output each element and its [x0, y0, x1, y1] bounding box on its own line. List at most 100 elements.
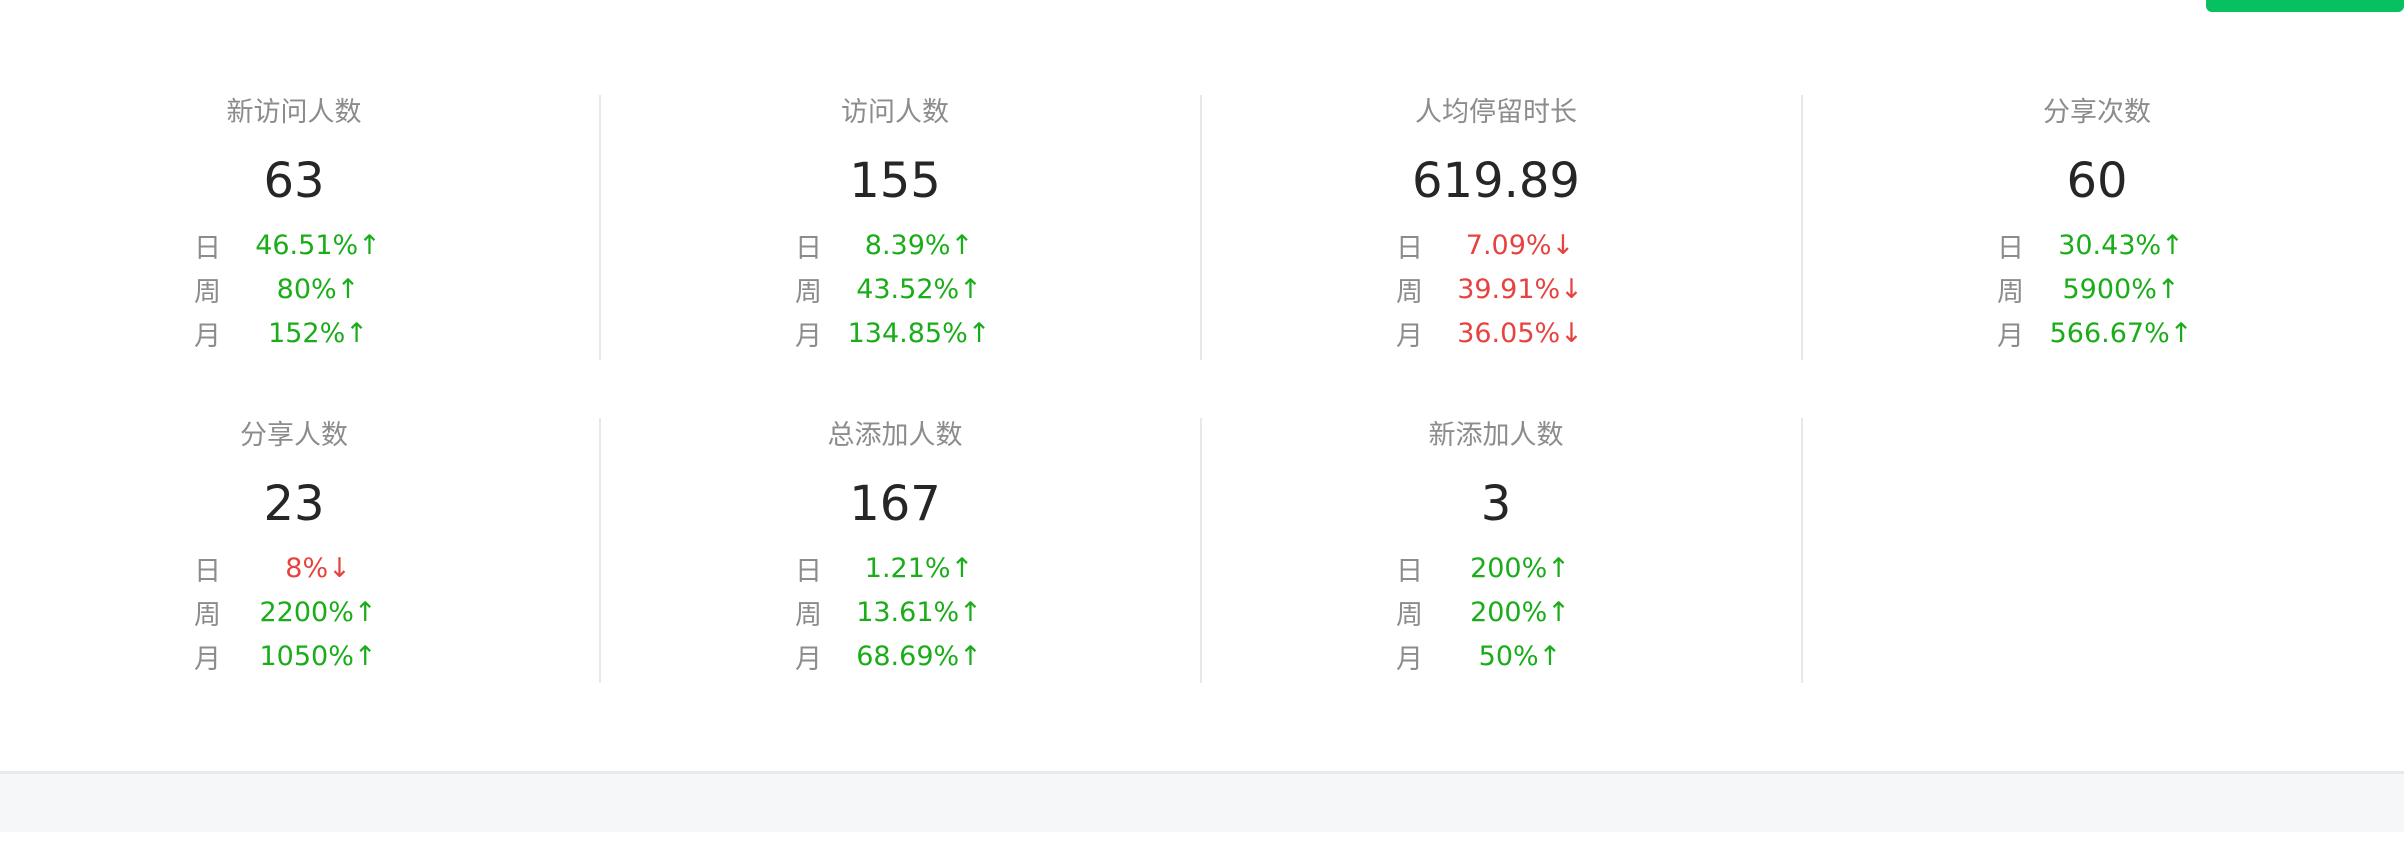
metric-label: 新访问人数	[226, 97, 362, 128]
metric-stats: 日 8%↓ 周 2200%↑ 月 1050%↑	[194, 546, 394, 678]
stat-row-week: 周 39.91%↓	[1396, 267, 1596, 311]
stat-value-month: 152%↑	[268, 317, 368, 349]
stat-key-day: 日	[795, 232, 822, 264]
stat-row-day: 日 8%↓	[194, 546, 394, 590]
stat-key-week: 周	[1997, 276, 2024, 308]
metric-card: 访问人数 155 日 8.39%↑ 周 43.52%↑ 月 134.85%↑	[601, 95, 1202, 360]
stat-key-week: 周	[795, 276, 822, 308]
stat-key-month: 月	[1396, 643, 1423, 675]
metric-value: 63	[263, 153, 325, 209]
metrics-row-2: 分享人数 23 日 8%↓ 周 2200%↑ 月 1050%↑ 总添加人数 16…	[0, 418, 2404, 683]
stat-key-month: 月	[795, 320, 822, 352]
metric-label: 总添加人数	[827, 420, 963, 451]
bottom-area	[0, 832, 2404, 862]
stat-key-day: 日	[1997, 232, 2024, 264]
stat-value-day: 8.39%↑	[864, 229, 974, 261]
stat-key-day: 日	[194, 555, 221, 587]
stat-key-week: 周	[194, 276, 221, 308]
stat-key-week: 周	[1396, 599, 1423, 631]
top-action-button[interactable]	[2206, 0, 2404, 12]
metric-value: 3	[1480, 476, 1512, 532]
stat-row-month: 月 566.67%↑	[1997, 311, 2197, 355]
stat-value-month: 50%↑	[1478, 640, 1562, 672]
metric-label: 分享次数	[2043, 97, 2151, 128]
metric-card: 新添加人数 3 日 200%↑ 周 200%↑ 月 50%↑	[1202, 418, 1803, 683]
metric-value: 619.89	[1412, 153, 1580, 209]
metric-label: 新添加人数	[1428, 420, 1564, 451]
stat-value-week: 13.61%↑	[856, 596, 982, 628]
stat-value-day: 7.09%↓	[1465, 229, 1575, 261]
stat-key-day: 日	[1396, 555, 1423, 587]
stat-row-week: 周 13.61%↑	[795, 590, 995, 634]
metric-label: 人均停留时长	[1415, 97, 1577, 128]
metric-stats: 日 7.09%↓ 周 39.91%↓ 月 36.05%↓	[1396, 223, 1596, 355]
stat-key-month: 月	[1997, 320, 2024, 352]
stat-key-week: 周	[194, 599, 221, 631]
stat-key-week: 周	[1396, 276, 1423, 308]
metric-label: 访问人数	[841, 97, 949, 128]
stat-value-week: 200%↑	[1470, 596, 1570, 628]
stat-row-week: 周 2200%↑	[194, 590, 394, 634]
stat-row-day: 日 7.09%↓	[1396, 223, 1596, 267]
metric-card: 人均停留时长 619.89 日 7.09%↓ 周 39.91%↓ 月 36.05…	[1202, 95, 1803, 360]
stat-row-week: 周 5900%↑	[1997, 267, 2197, 311]
stat-row-month: 月 134.85%↑	[795, 311, 995, 355]
stat-value-month: 1050%↑	[259, 640, 377, 672]
stat-value-day: 30.43%↑	[2058, 229, 2184, 261]
stat-row-month: 月 50%↑	[1396, 634, 1596, 678]
metric-value: 60	[2066, 153, 2128, 209]
stat-key-month: 月	[194, 320, 221, 352]
stat-key-day: 日	[194, 232, 221, 264]
stat-value-day: 8%↓	[285, 552, 351, 584]
stat-row-day: 日 1.21%↑	[795, 546, 995, 590]
metric-value: 167	[849, 476, 941, 532]
metric-card: 总添加人数 167 日 1.21%↑ 周 13.61%↑ 月 68.69%↑	[601, 418, 1202, 683]
stat-row-month: 月 36.05%↓	[1396, 311, 1596, 355]
metrics-grid: 新访问人数 63 日 46.51%↑ 周 80%↑ 月 152%↑ 访问人数 1…	[0, 95, 2404, 741]
metric-stats: 日 1.21%↑ 周 13.61%↑ 月 68.69%↑	[795, 546, 995, 678]
stat-key-month: 月	[194, 643, 221, 675]
stat-value-day: 1.21%↑	[864, 552, 974, 584]
metric-card: 分享人数 23 日 8%↓ 周 2200%↑ 月 1050%↑	[0, 418, 601, 683]
metric-card: 新访问人数 63 日 46.51%↑ 周 80%↑ 月 152%↑	[0, 95, 601, 360]
stat-row-day: 日 200%↑	[1396, 546, 1596, 590]
stat-row-month: 月 152%↑	[194, 311, 394, 355]
metric-value: 155	[849, 153, 941, 209]
stat-value-month: 134.85%↑	[847, 317, 991, 349]
stat-value-month: 68.69%↑	[856, 640, 982, 672]
stat-row-week: 周 200%↑	[1396, 590, 1596, 634]
metric-card: 分享次数 60 日 30.43%↑ 周 5900%↑ 月 566.67%↑	[1803, 95, 2404, 360]
stat-value-week: 80%↑	[276, 273, 360, 305]
empty-card	[1803, 418, 2404, 683]
stat-row-week: 周 43.52%↑	[795, 267, 995, 311]
stat-row-day: 日 46.51%↑	[194, 223, 394, 267]
stat-row-day: 日 8.39%↑	[795, 223, 995, 267]
stat-value-day: 200%↑	[1470, 552, 1570, 584]
stat-key-day: 日	[1396, 232, 1423, 264]
stat-key-week: 周	[795, 599, 822, 631]
stat-row-month: 月 68.69%↑	[795, 634, 995, 678]
metric-stats: 日 8.39%↑ 周 43.52%↑ 月 134.85%↑	[795, 223, 995, 355]
metrics-row-1: 新访问人数 63 日 46.51%↑ 周 80%↑ 月 152%↑ 访问人数 1…	[0, 95, 2404, 360]
metric-stats: 日 200%↑ 周 200%↑ 月 50%↑	[1396, 546, 1596, 678]
metric-value: 23	[263, 476, 325, 532]
metrics-panel: 新访问人数 63 日 46.51%↑ 周 80%↑ 月 152%↑ 访问人数 1…	[0, 0, 2404, 771]
stat-key-day: 日	[795, 555, 822, 587]
stat-value-week: 39.91%↓	[1457, 273, 1583, 305]
page: 新访问人数 63 日 46.51%↑ 周 80%↑ 月 152%↑ 访问人数 1…	[0, 0, 2404, 862]
footer-band	[0, 774, 2404, 832]
stat-value-week: 43.52%↑	[856, 273, 982, 305]
stat-key-month: 月	[1396, 320, 1423, 352]
stat-value-month: 566.67%↑	[2049, 317, 2193, 349]
stat-value-day: 46.51%↑	[255, 229, 381, 261]
stat-value-month: 36.05%↓	[1457, 317, 1583, 349]
metric-label: 分享人数	[240, 420, 348, 451]
stat-row-week: 周 80%↑	[194, 267, 394, 311]
stat-row-day: 日 30.43%↑	[1997, 223, 2197, 267]
stat-value-week: 5900%↑	[2062, 273, 2180, 305]
stat-row-month: 月 1050%↑	[194, 634, 394, 678]
metric-stats: 日 30.43%↑ 周 5900%↑ 月 566.67%↑	[1997, 223, 2197, 355]
stat-value-week: 2200%↑	[259, 596, 377, 628]
metric-stats: 日 46.51%↑ 周 80%↑ 月 152%↑	[194, 223, 394, 355]
stat-key-month: 月	[795, 643, 822, 675]
